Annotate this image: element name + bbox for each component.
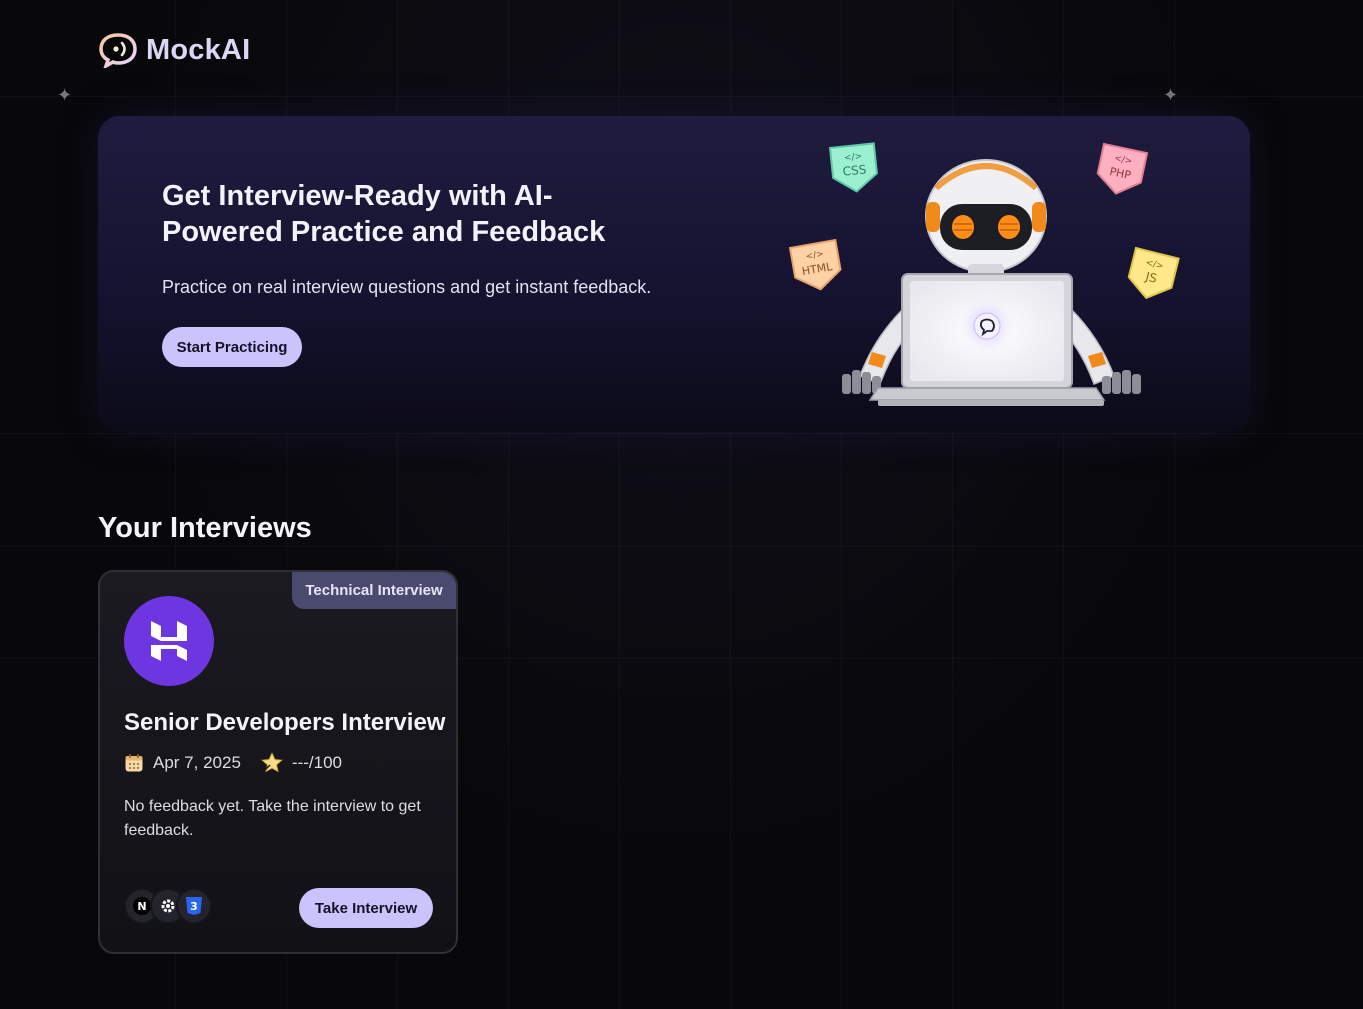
interview-card[interactable]: Technical Interview Senior Developers In… — [98, 570, 458, 954]
star-icon — [261, 752, 283, 773]
sparkle-icon: ✦ — [1163, 85, 1179, 106]
interview-date: Apr 7, 2025 — [124, 753, 241, 773]
brand-name: MockAI — [146, 33, 251, 66]
interview-title: Senior Developers Interview — [124, 709, 446, 736]
hero-subtitle: Practice on real interview questions and… — [162, 277, 652, 297]
hero-title: Get Interview-Ready with AI-Powered Prac… — [162, 180, 606, 248]
calendar-icon — [125, 754, 143, 772]
sparkle-icon: ✦ — [57, 85, 73, 106]
css-badge-icon: </> CSS — [828, 142, 878, 193]
robot-illustration: </> CSS </> PHP </> HTML </> JS — [786, 138, 1188, 430]
hero-banner: Get Interview-Ready with AI-Powered Prac… — [98, 116, 1250, 432]
brand-logo[interactable]: MockAI — [98, 32, 250, 68]
interview-score: ---/100 — [261, 752, 342, 774]
company-logo — [124, 596, 214, 686]
chat-bubble-icon — [99, 33, 137, 68]
date-text: Apr 7, 2025 — [153, 753, 241, 772]
section-title: Your Interviews — [98, 512, 312, 544]
interview-meta: Apr 7, 2025 ---/100 — [124, 752, 362, 774]
php-badge-icon: </> PHP — [1096, 142, 1149, 195]
interview-type-badge: Technical Interview — [292, 572, 456, 609]
feedback-text: No feedback yet. Take the interview to g… — [124, 798, 421, 839]
hostinger-logo-icon — [151, 621, 187, 661]
html-badge-icon: </> HTML — [788, 238, 842, 291]
take-interview-button[interactable]: Take Interview — [299, 888, 433, 928]
svg-text:N: N — [137, 900, 146, 913]
svg-text:</>: </> — [844, 152, 863, 164]
page: ✦ ✦ MockAI Get Interview-Ready with AI-P… — [0, 0, 1363, 1009]
tech-stack: N 3 — [124, 888, 212, 924]
svg-text:3: 3 — [190, 900, 198, 913]
score-text: ---/100 — [291, 753, 342, 772]
js-badge-icon: </> JS — [1127, 246, 1180, 300]
start-practicing-button[interactable]: Start Practicing — [162, 327, 302, 367]
svg-text:CSS: CSS — [842, 162, 867, 178]
css3-icon: 3 — [176, 888, 212, 924]
